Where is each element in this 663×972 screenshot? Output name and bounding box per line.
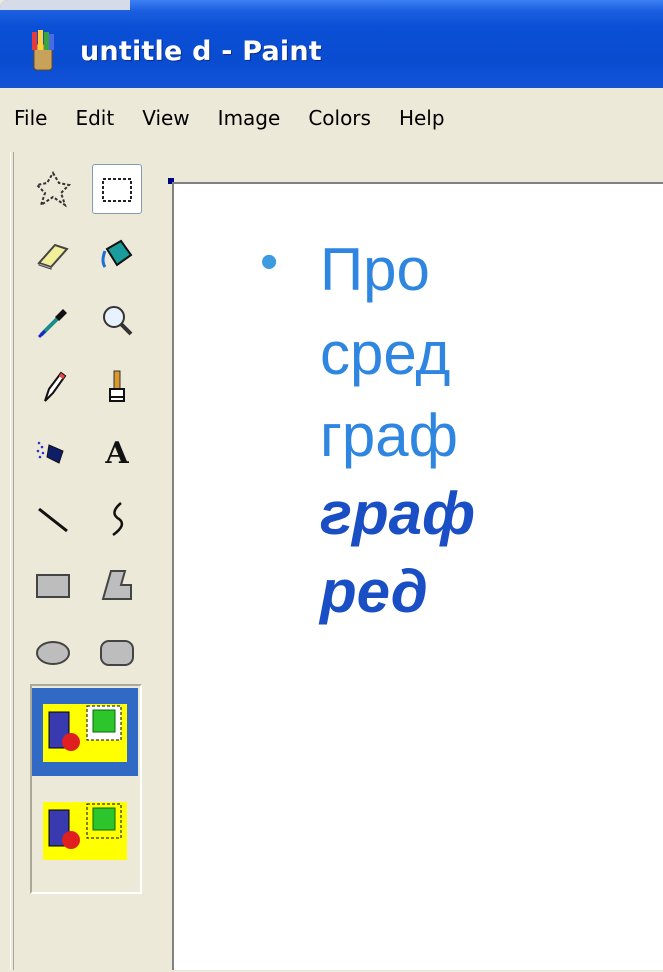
rounded-rectangle-tool[interactable] [92,626,142,676]
menu-edit[interactable]: Edit [61,88,128,148]
toolbox-edge [10,152,14,970]
color-picker-icon [37,309,67,339]
title-bar: untitle d - Paint [0,0,663,88]
rectangle-tool[interactable] [28,560,78,610]
text-icon: A [105,435,129,471]
title-bar-corner [0,0,130,10]
rectangle-icon [36,574,70,598]
magnifier-icon [103,306,133,336]
line-icon [38,507,68,533]
canvas-text-line-5: ред [320,558,428,625]
opaque-selection-option[interactable] [32,688,138,776]
toolbox: A [0,148,168,970]
canvas-text-line-1: Про [320,236,430,303]
color-picker-tool[interactable] [28,296,78,346]
pencil-icon [44,371,67,402]
paint-app-icon[interactable] [28,30,58,72]
menu-help[interactable]: Help [385,88,459,148]
fill-bucket-icon [101,239,133,268]
fill-bucket-tool[interactable] [92,230,142,280]
magnifier-tool[interactable] [92,296,142,346]
canvas-text-line-2: сред [320,320,451,387]
canvas-text-line-3: граф [320,402,458,469]
menu-colors[interactable]: Colors [294,88,385,148]
airbrush-tool[interactable] [28,428,78,478]
polygon-icon [101,570,132,600]
text-tool[interactable]: A [92,428,142,478]
menu-view[interactable]: View [128,88,203,148]
opaque-selection-icon [43,704,127,762]
canvas-text-line-4: граф [320,480,476,547]
rounded-rectangle-icon [100,640,134,666]
airbrush-icon [36,441,64,464]
transparent-selection-option[interactable] [32,786,138,874]
rect-select-icon [102,178,132,202]
polygon-tool[interactable] [92,560,142,610]
brush-tool[interactable] [92,362,142,412]
free-form-select-icon [34,171,72,208]
brush-icon [109,370,125,402]
eraser-icon [37,243,69,270]
curve-tool[interactable] [92,494,142,544]
free-form-select-tool[interactable] [28,164,78,214]
line-tool[interactable] [28,494,78,544]
ellipse-tool[interactable] [28,626,78,676]
rect-select-tool[interactable] [92,164,142,214]
curve-icon [112,502,124,537]
menu-file[interactable]: File [0,88,61,148]
window-title: untitle d - Paint [80,36,322,67]
drawing-canvas[interactable]: • Про сред граф граф ред [172,182,663,970]
menu-bar: File Edit View Image Colors Help [0,88,663,148]
transparent-selection-icon [43,802,127,860]
ellipse-icon [36,641,70,665]
pencil-tool[interactable] [28,362,78,412]
menu-image[interactable]: Image [204,88,295,148]
canvas-content: • Про сред граф граф ред [174,184,663,972]
eraser-tool[interactable] [28,230,78,280]
bullet-marker: • [260,233,279,291]
